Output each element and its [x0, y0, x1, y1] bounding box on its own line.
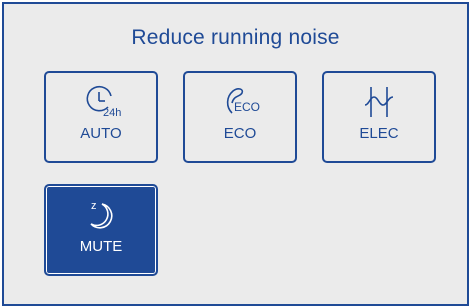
- elec-mode-label: ELEC: [359, 125, 399, 142]
- clock-24h-text: 24h: [103, 107, 121, 119]
- clock-24h-icon: 24h: [86, 85, 121, 119]
- page-title: Reduce running noise: [131, 26, 340, 49]
- electric-coil-icon: [364, 87, 394, 117]
- mute-mode-button[interactable]: z MUTE: [44, 184, 158, 276]
- auto-mode-label: AUTO: [80, 125, 122, 142]
- mute-mode-label: MUTE: [79, 238, 123, 255]
- moon-sleep-icon: z: [90, 200, 113, 229]
- eco-leaf-icon: ECO: [226, 88, 260, 114]
- eco-icon-text: ECO: [234, 100, 260, 114]
- sleep-z-text: z: [91, 200, 97, 212]
- eco-mode-label: ECO: [223, 125, 257, 142]
- eco-mode-button[interactable]: ECO ECO: [183, 71, 297, 163]
- auto-mode-button[interactable]: 24h AUTO: [44, 71, 158, 163]
- elec-mode-button[interactable]: ELEC: [322, 71, 436, 163]
- noise-settings-panel: Reduce running noise 24h AUTO ECO ECO EL…: [2, 2, 469, 306]
